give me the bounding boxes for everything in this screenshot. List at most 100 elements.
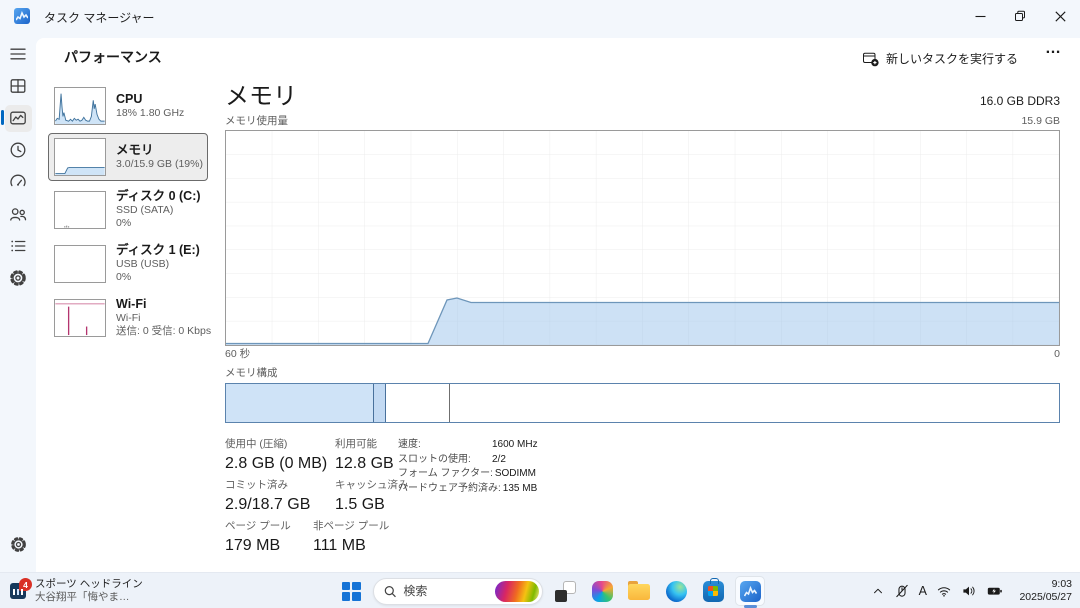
memory-title: メモリ — [225, 82, 297, 112]
list-item-wifi[interactable]: Wi-Fi Wi-Fi 送信: 0 受信: 0 Kbps — [48, 292, 208, 343]
resource-name: メモリ — [116, 143, 203, 158]
services-gear-icon — [8, 268, 28, 288]
run-new-task-button[interactable]: 新しいタスクを実行する — [862, 45, 1018, 71]
resource-stat: 18% 1.80 GHz — [116, 107, 184, 120]
more-options-button[interactable]: … — [1045, 40, 1062, 58]
stat-label: コミット済み — [225, 479, 325, 492]
file-explorer-button[interactable] — [624, 576, 654, 606]
tray-overflow-chevron[interactable] — [871, 584, 885, 598]
edge-button[interactable] — [661, 576, 691, 606]
scale-max-label: 15.9 GB — [1021, 115, 1060, 128]
detail-label: ハードウェア予約済み: — [398, 483, 501, 494]
detail-value: SODIMM — [495, 468, 536, 479]
stat-value: 1.5 GB — [335, 495, 409, 514]
search-icon — [384, 585, 396, 598]
memory-panel: メモリ 16.0 GB DDR3 メモリ使用量 15.9 GB — [225, 82, 1060, 561]
detail-label: スロットの使用: — [398, 454, 490, 465]
taskbar-clock[interactable]: 9:03 2025/05/27 — [1019, 578, 1072, 604]
memory-usage-chart — [225, 130, 1060, 346]
battery-charging-icon — [986, 583, 1004, 599]
tray-battery[interactable] — [986, 583, 1004, 599]
taskbar-search-box[interactable] — [373, 578, 543, 605]
processes-icon — [8, 76, 28, 96]
memory-stats: 使用中 (圧縮) 2.8 GB (0 MB) 利用可能 12.8 GB コミット… — [225, 438, 1060, 555]
new-task-icon — [862, 50, 879, 67]
stat-value: 111 MB — [313, 536, 389, 555]
microsoft-store-icon — [703, 581, 724, 602]
memory-capacity: 16.0 GB DDR3 — [980, 94, 1060, 112]
widget-subline: 大谷翔平「悔やま… — [35, 591, 143, 604]
settings-button[interactable] — [0, 528, 36, 560]
segment-in-use — [226, 384, 374, 422]
rail-item-users[interactable] — [0, 198, 36, 230]
memory-composition-bar[interactable] — [225, 383, 1060, 423]
taskbar: 4 スポーツ ヘッドライン 大谷翔平「悔やま… — [0, 572, 1080, 608]
wifi-mini-chart — [54, 299, 106, 337]
detail-value: 135 MB — [503, 483, 537, 494]
settings-gear-icon — [9, 535, 28, 554]
start-button[interactable] — [336, 576, 366, 606]
hamburger-icon — [8, 44, 28, 64]
rail-item-details[interactable] — [0, 230, 36, 262]
microsoft-store-button[interactable] — [698, 576, 728, 606]
restore-button[interactable] — [1000, 0, 1040, 32]
app-history-icon — [8, 140, 28, 160]
widget-headline: スポーツ ヘッドライン — [35, 577, 143, 591]
speaker-icon — [961, 583, 977, 599]
time-span-label: 60 秒 — [225, 348, 250, 361]
resource-name: ディスク 1 (E:) — [116, 243, 200, 258]
resource-name: ディスク 0 (C:) — [116, 189, 201, 204]
tray-time: 9:03 — [1019, 578, 1072, 591]
task-manager-icon — [740, 581, 761, 602]
widgets-button[interactable]: 4 スポーツ ヘッドライン 大谷翔平「悔やま… — [10, 577, 143, 604]
tray-mouse-disabled[interactable] — [894, 583, 910, 599]
content-panel: パフォーマンス 新しいタスクを実行する … CPU 18% 1.80 GHz — [36, 38, 1080, 572]
resource-stat: 3.0/15.9 GB (19%) — [116, 158, 203, 171]
page-title: パフォーマンス — [64, 47, 162, 67]
stat-value: 2.8 GB (0 MB) — [225, 454, 325, 473]
memory-mini-chart — [54, 138, 106, 176]
search-highlight-image — [495, 581, 539, 602]
tray-volume[interactable] — [961, 583, 977, 599]
copilot-button[interactable] — [587, 576, 617, 606]
composition-label: メモリ構成 — [225, 367, 1060, 380]
stat-label: 使用中 (圧縮) — [225, 438, 325, 451]
nav-rail — [0, 32, 36, 572]
ime-mode-indicator[interactable]: A — [919, 584, 927, 598]
close-button[interactable] — [1040, 0, 1080, 32]
resource-list: CPU 18% 1.80 GHz メモリ 3.0/15.9 GB (19%) — [48, 82, 208, 346]
rail-item-startup-apps[interactable] — [0, 166, 36, 198]
tray-wifi[interactable] — [936, 583, 952, 599]
hardware-details: 速度:1600 MHz スロットの使用:2/2 フォーム ファクター:SODIM… — [398, 439, 538, 497]
search-input[interactable] — [403, 584, 495, 598]
usage-label: メモリ使用量 — [225, 115, 288, 128]
hamburger-menu-button[interactable] — [0, 38, 36, 70]
rail-item-performance[interactable] — [0, 102, 36, 134]
stat-value: 2.9/18.7 GB — [225, 495, 325, 514]
rail-item-processes[interactable] — [0, 70, 36, 102]
resource-name: Wi-Fi — [116, 297, 211, 312]
segment-free — [450, 384, 1059, 422]
resource-name: CPU — [116, 92, 184, 107]
notification-badge: 4 — [19, 578, 32, 591]
list-item-disk1[interactable]: ディスク 1 (E:) USB (USB) 0% — [48, 238, 208, 289]
stat-label: ページ プール — [225, 520, 303, 533]
list-item-cpu[interactable]: CPU 18% 1.80 GHz — [48, 82, 208, 130]
tray-date: 2025/05/27 — [1019, 591, 1072, 604]
detail-value: 2/2 — [492, 454, 506, 465]
stat-label: 利用可能 — [335, 438, 394, 451]
windows-logo-icon — [342, 582, 361, 601]
task-view-icon — [555, 581, 576, 602]
disk0-mini-chart — [54, 191, 106, 229]
task-manager-app-icon — [14, 8, 30, 24]
users-icon — [8, 204, 28, 224]
task-manager-taskbar-button[interactable] — [735, 576, 765, 606]
rail-item-app-history[interactable] — [0, 134, 36, 166]
minimize-button[interactable] — [960, 0, 1000, 32]
list-item-disk0[interactable]: ディスク 0 (C:) SSD (SATA) 0% — [48, 184, 208, 235]
copilot-icon — [592, 581, 613, 602]
rail-item-services[interactable] — [0, 262, 36, 294]
run-new-task-label: 新しいタスクを実行する — [886, 50, 1018, 67]
task-view-button[interactable] — [550, 576, 580, 606]
list-item-memory[interactable]: メモリ 3.0/15.9 GB (19%) — [48, 133, 208, 181]
